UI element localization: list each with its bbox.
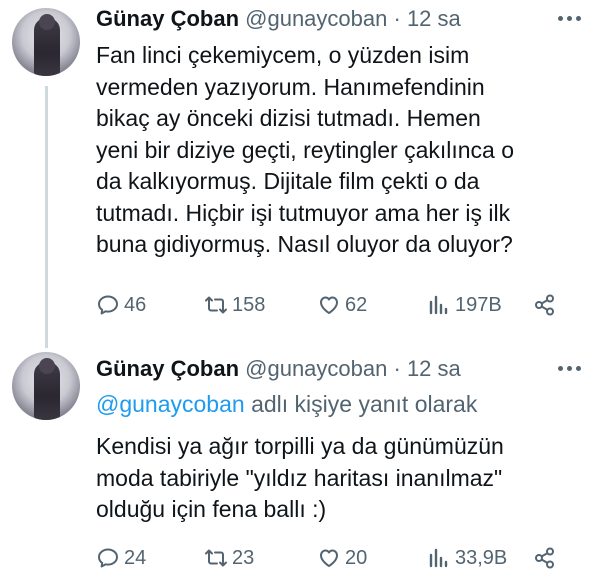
tweet-text: Kendisi ya ağır torpilli ya da günümüzün… [96, 433, 504, 522]
reply-button[interactable]: 46 [96, 290, 146, 320]
reply-count: 24 [124, 546, 147, 569]
timestamp[interactable]: 12 sa [407, 356, 461, 381]
avatar-head [39, 14, 55, 30]
tweet-actions: 24 23 20 33,9B [96, 543, 576, 573]
share-icon[interactable] [533, 546, 557, 570]
tweet[interactable]: Günay Çoban @gunaycoban · 12 sa @gunayco… [0, 340, 600, 585]
view-count: 197B [455, 293, 502, 316]
like-button[interactable]: 62 [317, 290, 367, 320]
views-button[interactable]: 33,9B [427, 543, 507, 573]
tweet[interactable]: Günay Çoban @gunaycoban · 12 sa Fan linc… [0, 0, 600, 348]
reply-icon [98, 295, 118, 315]
retweet-button[interactable]: 158 [204, 290, 265, 320]
retweet-icon [205, 549, 227, 567]
reply-context: @gunaycoban adlı kişiye yanıt olarak [96, 389, 477, 419]
like-button[interactable]: 20 [317, 543, 367, 573]
timestamp[interactable]: 12 sa [407, 6, 461, 31]
tweet-text: Fan linci çekemiycem, o yüzden isim verm… [96, 42, 515, 257]
avatar[interactable] [12, 352, 80, 420]
reply-button[interactable]: 24 [96, 543, 146, 573]
reply-icon [98, 548, 118, 568]
tweet-header: Günay Çoban @gunaycoban · 12 sa [96, 4, 461, 34]
retweet-button[interactable]: 23 [204, 543, 254, 573]
more-options-icon[interactable] [558, 356, 582, 380]
like-count: 20 [345, 546, 368, 569]
retweet-count: 23 [232, 546, 255, 569]
separator-dot: · [393, 6, 401, 31]
analytics-icon [429, 548, 448, 568]
tweet-actions: 46 158 62 197B [96, 290, 576, 320]
separator-dot: · [393, 356, 401, 381]
heart-icon [320, 296, 338, 314]
more-options-icon[interactable] [558, 6, 582, 30]
retweet-count: 158 [232, 293, 266, 316]
heart-icon [320, 549, 338, 567]
reply-mention-link[interactable]: @gunaycoban [96, 391, 245, 417]
share-icon[interactable] [533, 293, 557, 317]
reply-context-text: adlı kişiye yanıt olarak [251, 391, 478, 417]
analytics-icon [429, 295, 448, 315]
avatar-head [39, 358, 55, 374]
author-name[interactable]: Günay Çoban [96, 356, 239, 381]
tweet-header: Günay Çoban @gunaycoban · 12 sa [96, 354, 461, 384]
author-handle[interactable]: @gunaycoban [245, 356, 387, 381]
view-count: 33,9B [455, 546, 508, 569]
author-handle[interactable]: @gunaycoban [245, 6, 387, 31]
retweet-icon [205, 296, 227, 314]
author-name[interactable]: Günay Çoban [96, 6, 239, 31]
like-count: 62 [345, 293, 368, 316]
avatar[interactable] [12, 8, 80, 76]
thread-line [45, 86, 48, 348]
views-button[interactable]: 197B [427, 290, 502, 320]
reply-count: 46 [124, 293, 147, 316]
